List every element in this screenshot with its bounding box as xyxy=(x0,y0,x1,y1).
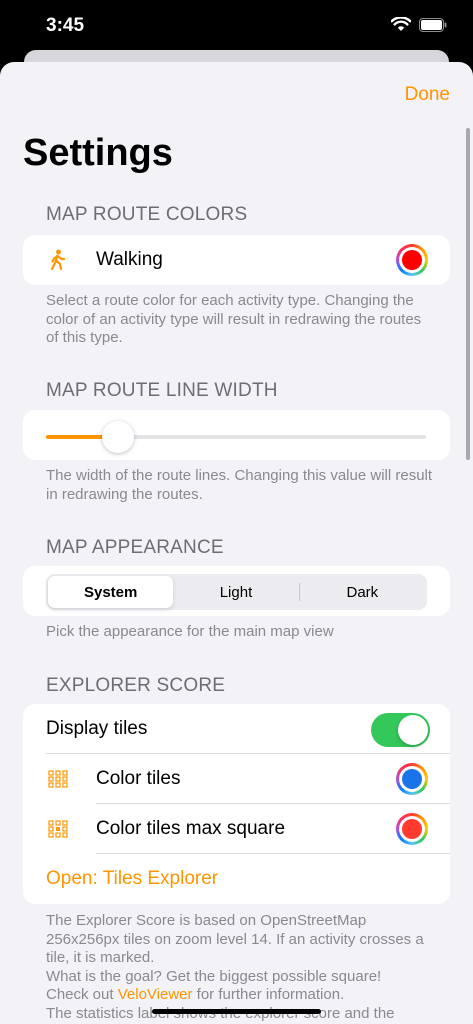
display-tiles-row[interactable]: Display tiles xyxy=(23,704,450,754)
segment-system[interactable]: System xyxy=(48,576,174,608)
color-max-square-row[interactable]: Color tiles max square xyxy=(23,804,450,854)
section-header-route-colors: MAP ROUTE COLORS xyxy=(46,204,248,225)
section-header-line-width: MAP ROUTE LINE WIDTH xyxy=(46,380,278,401)
status-icons xyxy=(390,16,447,37)
veloviewer-link[interactable]: VeloViewer xyxy=(118,986,193,1003)
appearance-card: System Light Dark xyxy=(23,566,450,616)
route-colors-footer: Select a route color for each activity t… xyxy=(46,292,422,346)
scroll-indicator[interactable] xyxy=(466,128,470,460)
color-tiles-label: Color tiles xyxy=(96,768,181,789)
appearance-footer: Pick the appearance for the main map vie… xyxy=(46,623,334,640)
wifi-icon xyxy=(390,16,412,37)
explorer-footer-line2: What is the goal? Get the biggest possib… xyxy=(46,967,382,985)
home-indicator xyxy=(152,1009,321,1014)
battery-icon xyxy=(419,17,447,37)
explorer-card: Display tiles Color tiles Color tiles ma… xyxy=(23,704,450,904)
tiles-explorer-row[interactable]: Open: Tiles Explorer xyxy=(23,854,450,904)
open-tiles-explorer-link[interactable]: Open: Tiles Explorer xyxy=(46,868,218,890)
segment-dark[interactable]: Dark xyxy=(300,576,425,608)
walking-icon xyxy=(46,248,70,272)
explorer-footer-line1: The Explorer Score is based on OpenStree… xyxy=(46,912,424,966)
walking-label: Walking xyxy=(96,249,163,270)
appearance-segmented-control: System Light Dark xyxy=(46,574,427,610)
display-tiles-label: Display tiles xyxy=(46,718,148,739)
color-max-square-label: Color tiles max square xyxy=(96,818,286,839)
color-tiles-color-well[interactable] xyxy=(396,763,428,795)
route-colors-card: Walking xyxy=(23,235,450,285)
status-time: 3:45 xyxy=(46,15,85,36)
walking-color-swatch xyxy=(402,250,422,270)
segment-light[interactable]: Light xyxy=(173,576,298,608)
status-bar: 3:45 xyxy=(0,0,473,52)
line-width-footer: The width of the route lines. Changing t… xyxy=(46,467,433,503)
slider-thumb[interactable] xyxy=(102,421,135,453)
settings-sheet[interactable]: Done Settings MAP ROUTE COLORS Walking S… xyxy=(0,62,473,1024)
color-tiles-swatch xyxy=(402,769,422,789)
color-tiles-row[interactable]: Color tiles xyxy=(23,754,450,804)
section-header-explorer: EXPLORER SCORE xyxy=(46,675,226,696)
footer-text-post: for further information. xyxy=(192,986,345,1003)
walking-color-well[interactable] xyxy=(396,244,428,276)
walking-row[interactable]: Walking xyxy=(23,235,450,285)
color-max-square-color-well[interactable] xyxy=(396,813,428,845)
explorer-footer-line3: Check out VeloViewer for further informa… xyxy=(46,986,436,1005)
page-title: Settings xyxy=(23,132,173,174)
line-width-card xyxy=(23,410,450,460)
display-tiles-toggle[interactable] xyxy=(371,713,430,747)
done-button[interactable]: Done xyxy=(405,84,450,106)
grid-square-icon xyxy=(46,817,70,841)
grid-icon xyxy=(46,767,70,791)
explorer-footer: The Explorer Score is based on OpenStree… xyxy=(46,912,436,1023)
color-max-square-swatch xyxy=(402,819,422,839)
section-header-appearance: MAP APPEARANCE xyxy=(46,537,224,558)
footer-text-pre: Check out xyxy=(46,986,118,1003)
line-width-slider[interactable] xyxy=(46,421,426,453)
